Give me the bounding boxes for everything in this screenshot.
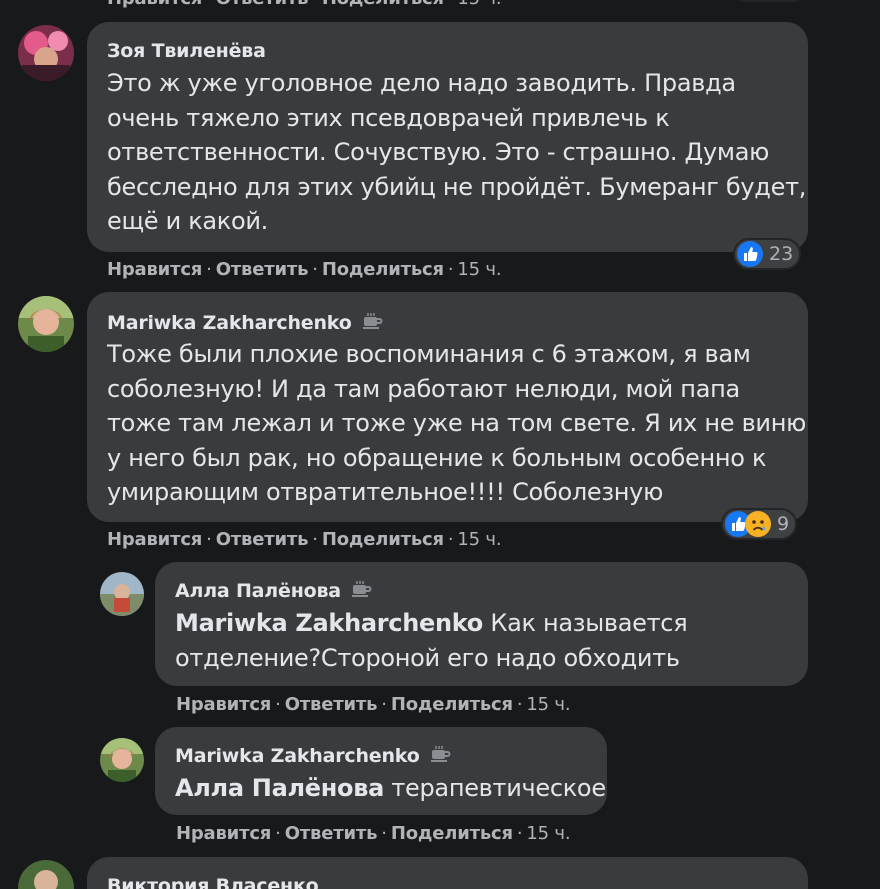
comment-actions-partial: Нравится·Ответить·Поделиться·15 ч. — [107, 0, 502, 9]
timestamp[interactable]: 15 ч. — [526, 823, 570, 844]
comment-text: Тоже были плохие воспоминания с 6 этажом… — [107, 337, 806, 510]
sad-icon — [745, 511, 771, 537]
reply-link[interactable]: Ответить — [216, 0, 309, 9]
timestamp[interactable]: 15 ч. — [457, 529, 501, 550]
like-link[interactable]: Нравится — [176, 694, 271, 715]
mention-link[interactable]: Mariwka Zakharchenko — [175, 609, 483, 637]
comment-author-name[interactable]: Mariwka Zakharchenko — [107, 312, 352, 334]
reply-author-name[interactable]: Алла Палёнова — [175, 580, 341, 602]
share-link[interactable]: Поделиться — [391, 823, 513, 844]
reply-author[interactable]: Mariwka Zakharchenko — [175, 745, 452, 768]
reply-line: отделение?Стороной его надо обходить — [175, 643, 680, 672]
reactions-partial[interactable] — [734, 0, 804, 2]
reply-link[interactable]: Ответить — [216, 259, 309, 280]
reply-link[interactable]: Ответить — [285, 823, 378, 844]
like-link[interactable]: Нравится — [107, 529, 202, 550]
like-link[interactable]: Нравится — [176, 823, 271, 844]
comment-author[interactable]: Mariwka Zakharchenko — [107, 312, 384, 335]
reply-author-name[interactable]: Mariwka Zakharchenko — [175, 745, 420, 767]
reply-actions: Нравится · Ответить · Поделиться · 15 ч. — [176, 694, 571, 715]
comment-author[interactable]: Зоя Твиленёва — [107, 40, 266, 62]
comment-actions: Нравится · Ответить · Поделиться · 15 ч. — [107, 259, 502, 280]
comment-author[interactable]: Виктория Власенко — [107, 875, 319, 889]
like-link[interactable]: Нравится — [107, 0, 202, 9]
reply-author[interactable]: Алла Палёнова — [175, 580, 373, 603]
comment-actions: Нравится · Ответить · Поделиться · 15 ч. — [107, 529, 502, 550]
comment-text: Это ж уже уголовное дело надо заводить. … — [107, 66, 806, 239]
comment-bubble: Виктория Власенко — [87, 857, 808, 889]
avatar[interactable] — [100, 738, 144, 782]
avatar[interactable] — [18, 296, 74, 352]
reply-actions: Нравится · Ответить · Поделиться · 15 ч. — [176, 823, 571, 844]
like-link[interactable]: Нравится — [107, 259, 202, 280]
share-link[interactable]: Поделиться — [322, 0, 444, 9]
top-fan-badge-icon — [430, 745, 452, 768]
comment-line: ответственности. Сочувствую. Это - страш… — [107, 138, 770, 166]
comment-line: умирающим отвратительное!!!! Соболезную — [107, 478, 663, 506]
top-fan-badge-icon — [362, 312, 384, 335]
mention-link[interactable]: Алла Палёнова — [175, 774, 384, 802]
reply-line: Mariwka Zakharchenko Как называется — [175, 606, 688, 641]
reply-line-text: терапевтическое — [391, 774, 606, 802]
comment-line: Тоже были плохие воспоминания с 6 этажом… — [107, 340, 751, 368]
reply-bubble: Алла Палёнова Mariwka Zakharchenko Как н… — [155, 562, 808, 686]
reaction-count: 9 — [777, 513, 790, 535]
like-icon — [737, 241, 763, 267]
share-link[interactable]: Поделиться — [391, 694, 513, 715]
avatar[interactable] — [18, 25, 74, 81]
avatar[interactable] — [100, 572, 144, 616]
reply-text: Алла Палёнова терапевтическое — [175, 771, 606, 806]
comment-line: тоже там лежал и тоже уже на том свете. … — [107, 409, 807, 437]
reply-link[interactable]: Ответить — [285, 694, 378, 715]
reaction-count: 23 — [769, 243, 794, 265]
top-fan-badge-icon — [351, 580, 373, 603]
reply-link[interactable]: Ответить — [216, 529, 309, 550]
comment-line: Это ж уже уголовное дело надо заводить. … — [107, 69, 736, 97]
comment-line: бесследно для этих убийц не пройдёт. Бум… — [107, 172, 807, 201]
comment-bubble: Зоя Твиленёва Это ж уже уголовное дело н… — [87, 22, 808, 252]
comment-line: ещё и какой. — [107, 207, 269, 235]
reactions-summary[interactable]: 9 — [721, 508, 798, 540]
comment-line: соболезную! И да там работают нелюди, мо… — [107, 374, 740, 403]
reply-line: Алла Палёнова терапевтическое — [175, 771, 606, 806]
comment-line: очень тяжело этих псевдоврачей привлечь … — [107, 103, 670, 132]
avatar[interactable] — [18, 860, 74, 889]
comment-bubble: Mariwka Zakharchenko Тоже были плохие во… — [87, 292, 808, 522]
timestamp[interactable]: 15 ч. — [457, 259, 501, 280]
comment-line: у него был рак, но обращение к больным о… — [107, 443, 767, 472]
share-link[interactable]: Поделиться — [322, 259, 444, 280]
reactions-summary[interactable]: 23 — [733, 238, 802, 270]
reply-bubble: Mariwka Zakharchenko Алла Палёнова терап… — [155, 727, 607, 815]
timestamp[interactable]: 15 ч. — [526, 694, 570, 715]
reply-text: Mariwka Zakharchenko Как называется отде… — [175, 606, 688, 675]
share-link[interactable]: Поделиться — [322, 529, 444, 550]
timestamp[interactable]: 15 ч. — [457, 0, 501, 9]
reply-line-text: Как называется — [490, 609, 688, 637]
